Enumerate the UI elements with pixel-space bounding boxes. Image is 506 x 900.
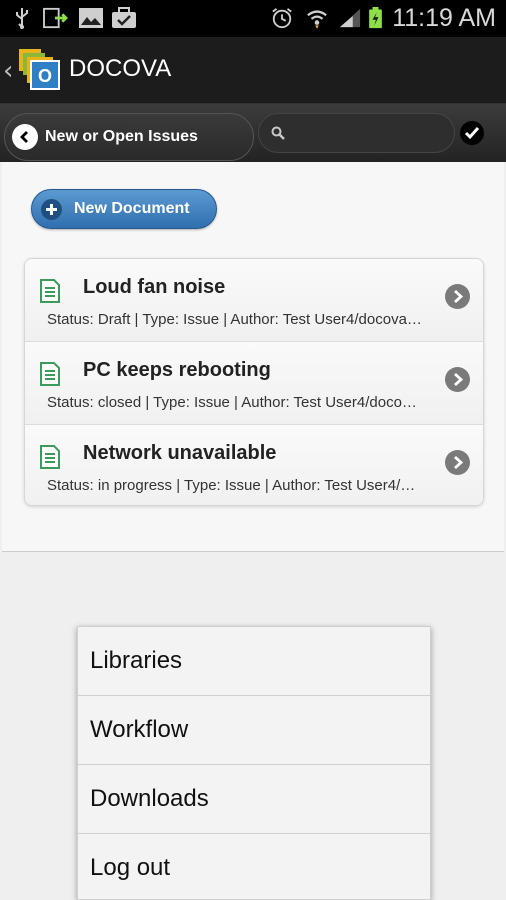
chevron-right-icon[interactable] (445, 284, 470, 309)
toolbar: New or Open Issues (0, 104, 506, 162)
new-document-label: New Document (74, 200, 190, 217)
content-panel: New Document Loud fan noise Status: Draf… (2, 162, 504, 552)
checkmark-icon (464, 127, 480, 140)
document-title: Network unavailable (83, 442, 277, 464)
list-item[interactable]: Network unavailable Status: in progress … (25, 425, 483, 505)
download-icon (43, 7, 68, 29)
search-box[interactable] (258, 113, 455, 153)
gallery-icon (79, 8, 103, 28)
document-title: PC keeps rebooting (83, 359, 271, 381)
document-meta: Status: Draft | Type: Issue | Author: Te… (47, 311, 422, 328)
document-title: Loud fan noise (83, 276, 226, 298)
menu-item-downloads[interactable]: Downloads (78, 765, 430, 834)
status-time: 11:19 AM (392, 4, 496, 32)
chevron-right-icon[interactable] (445, 450, 470, 475)
alarm-icon (272, 8, 292, 29)
app-bar: ‹ O DOCOVA (0, 37, 506, 104)
menu-item-workflow[interactable]: Workflow (78, 696, 430, 765)
svg-text:O: O (38, 66, 52, 86)
menu-item-libraries[interactable]: Libraries (78, 627, 430, 696)
menu-item-log-out[interactable]: Log out (78, 834, 430, 900)
briefcase-icon (112, 7, 136, 28)
back-button[interactable]: New or Open Issues (4, 113, 254, 161)
document-icon (40, 362, 60, 386)
signal-icon (339, 8, 361, 28)
confirm-button[interactable] (460, 121, 484, 145)
wifi-icon (307, 10, 327, 29)
battery-charging-icon (369, 7, 382, 29)
search-input[interactable] (293, 121, 443, 145)
document-icon (40, 279, 60, 303)
usb-icon (16, 8, 28, 29)
back-button-label: New or Open Issues (45, 128, 198, 145)
list-item[interactable]: PC keeps rebooting Status: closed | Type… (25, 342, 483, 425)
search-icon (271, 126, 285, 140)
document-meta: Status: in progress | Type: Issue | Auth… (47, 477, 416, 494)
plus-icon (41, 199, 62, 220)
document-icon (40, 445, 60, 469)
back-arrow-icon (12, 124, 38, 150)
document-meta: Status: closed | Type: Issue | Author: T… (47, 394, 417, 411)
list-item[interactable]: Loud fan noise Status: Draft | Type: Iss… (25, 259, 483, 342)
document-list: Loud fan noise Status: Draft | Type: Iss… (24, 258, 484, 506)
status-bar: 11:19 AM (0, 0, 506, 37)
options-menu: Libraries Workflow Downloads Log out (77, 626, 431, 900)
app-title: DOCOVA (69, 55, 172, 82)
chevron-left-icon[interactable]: ‹ (3, 56, 13, 86)
docova-logo-icon[interactable]: O (19, 49, 61, 91)
chevron-right-icon[interactable] (445, 367, 470, 392)
new-document-button[interactable]: New Document (31, 189, 217, 229)
